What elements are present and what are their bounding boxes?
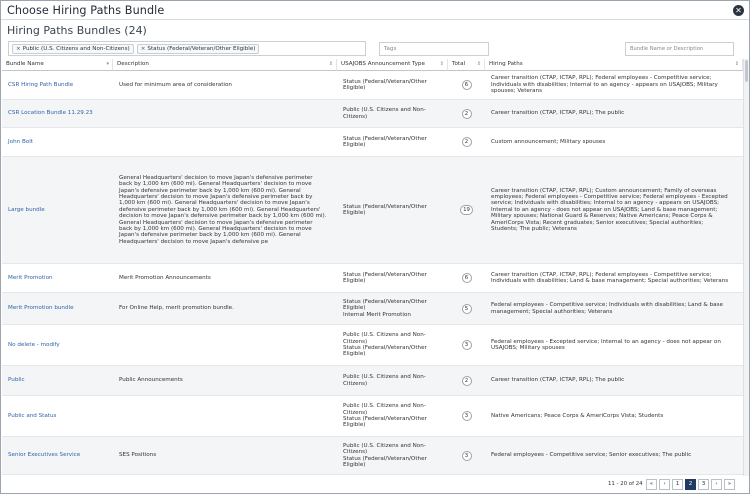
bundle-search-input[interactable]: Bundle Name or Description xyxy=(625,42,734,56)
sort-icon[interactable]: ⇕ xyxy=(440,59,444,70)
table-row[interactable]: CSR Hiring Path Bundle Used for minimum a… xyxy=(2,71,743,100)
bundle-name-link[interactable]: John Bolt xyxy=(2,128,113,156)
total-count-badge: 5 xyxy=(448,293,485,324)
bundle-name-link[interactable]: Merit Promotion xyxy=(2,264,113,292)
bundle-description: Merit Promotion Announcements xyxy=(119,274,211,281)
bundle-description: For Online Help, merit promotion bundle. xyxy=(119,305,234,312)
pagination-button[interactable]: › xyxy=(711,479,722,490)
table-row[interactable]: No delete - modify Public (U.S. Citizens … xyxy=(2,325,743,366)
table-scrollbar[interactable] xyxy=(743,59,749,476)
column-header-total[interactable]: Total ⇕ xyxy=(448,59,485,71)
hiring-paths: Career transition (CTAP, ICTAP, RPL); Th… xyxy=(491,110,625,117)
page-title: Hiring Paths Bundles (24) xyxy=(7,24,147,37)
hiring-paths: Career transition (CTAP, ICTAP, RPL); Fe… xyxy=(491,271,729,284)
announcement-type: Status (Federal/Veteran/Other Eligible) xyxy=(343,78,427,91)
tags-input[interactable]: Tags xyxy=(379,42,489,56)
total-count-badge: 19 xyxy=(448,157,485,263)
pagination: «‹ 1 2 3 ›» xyxy=(646,479,735,490)
table-row[interactable]: Senior Executives Service SES Positions Pu… xyxy=(2,437,743,475)
bundle-name-link[interactable]: Merit Promotion bundle xyxy=(2,293,113,324)
sort-icon[interactable]: ▾ xyxy=(106,59,109,70)
filter-chip-label: Status (Federal/Veteran/Other Eligible) xyxy=(147,45,256,52)
pagination-info: 11 - 20 of 24 xyxy=(608,481,643,487)
bundle-name-link[interactable]: Senior Executives Service xyxy=(2,437,113,474)
remove-chip-icon[interactable]: × xyxy=(141,46,146,52)
announcement-type: Public (U.S. Citizens and Non-Citizens) xyxy=(343,374,426,387)
pagination-button[interactable]: « xyxy=(646,479,657,490)
pagination-button[interactable]: » xyxy=(724,479,735,490)
bundle-name-link[interactable]: CSR Hiring Path Bundle xyxy=(2,71,113,99)
bundle-name-link[interactable]: CSR Location Bundle 11.29.23 xyxy=(2,100,113,127)
column-header-announcement-type[interactable]: USAJOBS Announcement Type ⇕ xyxy=(337,59,448,71)
announcement-type: Status (Federal/Veteran/Other Eligible) xyxy=(343,203,427,216)
dialog-title: Choose Hiring Paths Bundle xyxy=(7,3,165,17)
hiring-paths: Custom announcement; Military spouses xyxy=(491,138,606,145)
filter-chip[interactable]: × Public (U.S. Citizens and Non-Citizens) xyxy=(12,43,134,54)
pagination-button[interactable]: 1 xyxy=(672,479,683,490)
total-count-badge: 3 xyxy=(448,437,485,474)
pagination-button[interactable]: 3 xyxy=(698,479,709,490)
bundle-description xyxy=(113,396,337,436)
announcement-type: Public (U.S. Citizens and Non-Citizens) … xyxy=(343,403,427,429)
column-header-hiring-paths[interactable]: Hiring Paths ⇕ xyxy=(485,59,743,71)
column-header-bundle-name[interactable]: Bundle Name ▾ xyxy=(2,59,113,71)
bundle-description: SES Positions xyxy=(119,452,157,459)
total-count-badge: 3 xyxy=(448,325,485,365)
announcement-type: Public (U.S. Citizens and Non-Citizens) … xyxy=(343,332,427,358)
remove-chip-icon[interactable]: × xyxy=(16,46,21,52)
close-icon[interactable]: ✕ xyxy=(733,5,744,16)
pagination-button[interactable]: 2 xyxy=(685,479,696,490)
hiring-paths: Career transition (CTAP, ICTAP, RPL); Th… xyxy=(491,377,625,384)
total-count-badge: 2 xyxy=(448,366,485,395)
hiring-paths: Federal employees - Competitive service;… xyxy=(491,302,723,315)
total-count-badge: 2 xyxy=(448,100,485,127)
table-footer: 11 - 20 of 24 «‹ 1 2 3 ›» xyxy=(1,477,749,493)
bundle-description: Public Announcements xyxy=(119,377,183,384)
table-row[interactable]: Large bundle General Headquarters' decisi… xyxy=(2,157,743,264)
bundle-description xyxy=(113,128,337,156)
bundle-description: General Headquarters' decision to move J… xyxy=(119,174,327,245)
scrollbar-thumb[interactable] xyxy=(745,60,748,82)
hiring-paths: Native Americans; Peace Corps & AmeriCor… xyxy=(491,412,664,419)
choose-hiring-paths-dialog: Choose Hiring Paths Bundle ✕ Hiring Path… xyxy=(0,0,750,494)
announcement-type: Public (U.S. Citizens and Non-Citizens) … xyxy=(343,442,427,468)
announcement-type: Public (U.S. Citizens and Non-Citizens) xyxy=(343,107,426,120)
bundles-table: Bundle Name ▾ Description ⇕ USAJOBS Announ… xyxy=(2,59,743,476)
bundle-name-link[interactable]: No delete - modify xyxy=(2,325,113,365)
announcement-type: Status (Federal/Veteran/Other Eligible) … xyxy=(343,298,427,318)
announcement-type: Status (Federal/Veteran/Other Eligible) xyxy=(343,135,427,148)
filter-chip-label: Public (U.S. Citizens and Non-Citizens) xyxy=(22,45,130,52)
announcement-type: Status (Federal/Veteran/Other Eligible) xyxy=(343,271,427,284)
bundle-description xyxy=(113,325,337,365)
hiring-paths: Federal employees - Excepted service; In… xyxy=(491,338,721,351)
bundle-description xyxy=(113,100,337,127)
sort-icon[interactable]: ⇕ xyxy=(477,59,481,70)
announcement-type-filter[interactable]: × Public (U.S. Citizens and Non-Citizens)… xyxy=(8,41,366,56)
table-row[interactable]: Merit Promotion bundle For Online Help, m… xyxy=(2,293,743,325)
filter-chip[interactable]: × Status (Federal/Veteran/Other Eligible) xyxy=(136,43,260,54)
column-header-description[interactable]: Description ⇕ xyxy=(113,59,337,71)
dialog-titlebar: Choose Hiring Paths Bundle ✕ xyxy=(1,1,749,20)
sort-icon[interactable]: ⇕ xyxy=(735,59,739,70)
total-count-badge: 6 xyxy=(448,264,485,292)
hiring-paths: Career transition (CTAP, ICTAP, RPL); Cu… xyxy=(491,187,728,233)
bundle-name-link[interactable]: Public and Status xyxy=(2,396,113,436)
total-count-badge: 3 xyxy=(448,396,485,436)
total-count-badge: 6 xyxy=(448,71,485,99)
bundle-name-link[interactable]: Large bundle xyxy=(2,157,113,263)
table-row[interactable]: Public and Status Public (U.S. Citizens a… xyxy=(2,396,743,437)
total-count-badge: 2 xyxy=(448,128,485,156)
table-row[interactable]: Merit Promotion Merit Promotion Announcem… xyxy=(2,264,743,293)
sort-icon[interactable]: ⇕ xyxy=(329,59,333,70)
pagination-button[interactable]: ‹ xyxy=(659,479,670,490)
table-row[interactable]: John Bolt Status (Federal/Veteran/Other E… xyxy=(2,128,743,157)
bundle-description: Used for minimum area of consideration xyxy=(119,81,232,88)
hiring-paths: Career transition (CTAP, ICTAP, RPL); Fe… xyxy=(491,75,718,95)
hiring-paths: Federal employees - Competitive service;… xyxy=(491,452,692,459)
table-row[interactable]: CSR Location Bundle 11.29.23 Public (U.S.… xyxy=(2,100,743,128)
table-row[interactable]: Public Public Announcements Public (U.S. C… xyxy=(2,366,743,396)
bundle-name-link[interactable]: Public xyxy=(2,366,113,395)
